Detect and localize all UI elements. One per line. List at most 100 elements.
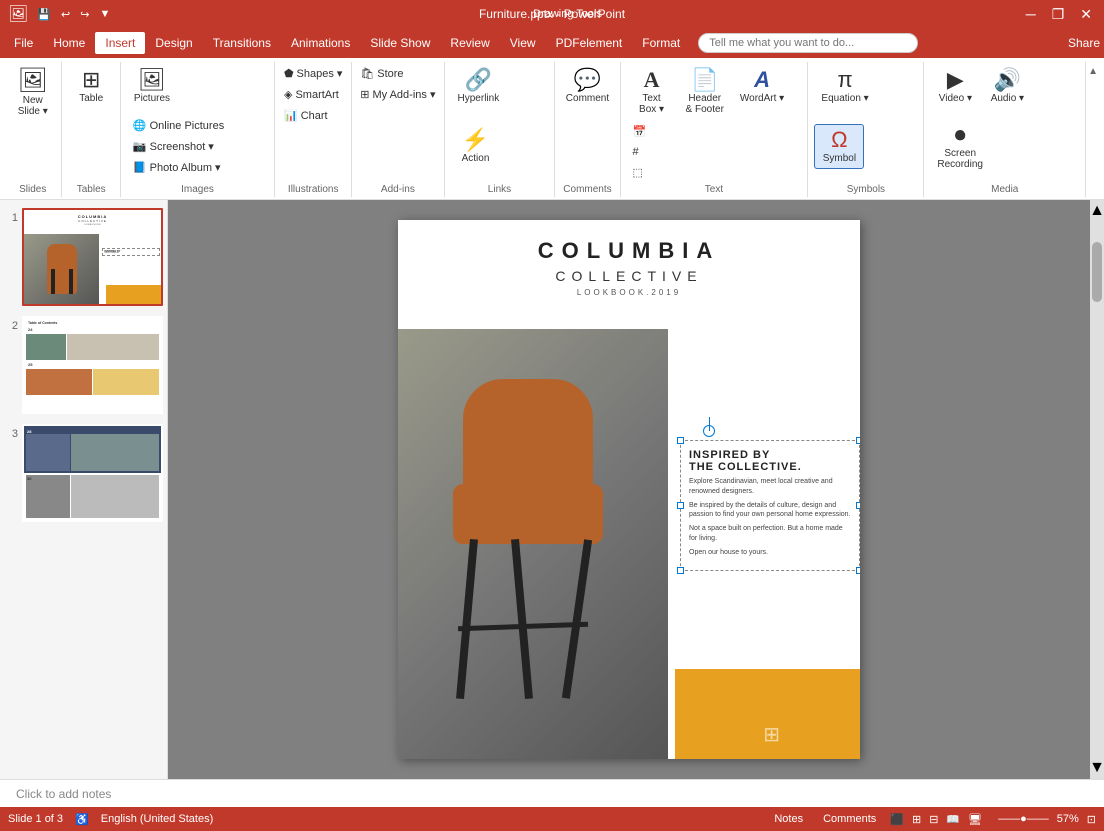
shapes-icon: ⬟ bbox=[284, 67, 294, 80]
ribbon-collapse-btn[interactable]: ▲ bbox=[1086, 62, 1100, 197]
thumb2-row2 bbox=[26, 369, 159, 395]
wordart-button[interactable]: A WordArt ▾ bbox=[733, 64, 791, 109]
selection-handle-bl bbox=[677, 567, 684, 574]
slide-icon: ⊞ bbox=[763, 722, 780, 747]
customize-btn[interactable]: ▼ bbox=[96, 7, 113, 21]
menu-format[interactable]: Format bbox=[632, 32, 690, 54]
thumb2-img2 bbox=[67, 334, 159, 360]
photo-album-label: Photo Album ▾ bbox=[150, 161, 221, 174]
slide-text-box[interactable]: INSPIRED BYTHE COLLECTIVE. Explore Scand… bbox=[680, 440, 860, 571]
menu-file[interactable]: File bbox=[4, 32, 43, 54]
slide-preview-3[interactable]: 28 30 bbox=[22, 424, 163, 522]
comment-label: Comment bbox=[566, 93, 609, 104]
object-icon: ⬚ bbox=[633, 166, 643, 179]
view-reading-btn[interactable]: 📖 bbox=[946, 813, 960, 826]
slides-group-label: Slides bbox=[19, 182, 46, 195]
screenshot-icon: 📷 bbox=[133, 140, 147, 153]
menu-pdfelement[interactable]: PDFelement bbox=[546, 32, 633, 54]
store-button[interactable]: 🛍 Store bbox=[354, 64, 441, 83]
audio-icon: 🔊 bbox=[994, 69, 1021, 91]
slide-thumb-3[interactable]: 3 28 30 bbox=[4, 424, 163, 522]
online-pictures-icon: 🌐 bbox=[133, 119, 147, 132]
slide-text-para2: Be inspired by the details of culture, d… bbox=[689, 501, 851, 521]
selection-handle-tr bbox=[856, 437, 860, 444]
menu-review[interactable]: Review bbox=[440, 32, 499, 54]
zoom-level: 57% bbox=[1057, 813, 1079, 825]
text-more2-button[interactable]: # bbox=[627, 143, 653, 161]
textbox-button[interactable]: A TextBox ▾ bbox=[627, 64, 677, 120]
zoom-slider[interactable]: ——●—— bbox=[998, 813, 1049, 825]
text-more1-button[interactable]: 📅 bbox=[627, 122, 653, 141]
menu-transitions[interactable]: Transitions bbox=[203, 32, 281, 54]
new-slide-button[interactable]: 🖼 NewSlide ▾ bbox=[8, 64, 58, 122]
minimize-button[interactable]: ─ bbox=[1022, 6, 1040, 22]
comments-status-btn[interactable]: Comments bbox=[817, 812, 882, 826]
hyperlink-button[interactable]: 🔗 Hyperlink bbox=[451, 64, 507, 109]
my-addins-button[interactable]: ⊞ My Add-ins ▾ bbox=[354, 85, 441, 104]
view-normal-btn[interactable]: ⬛ bbox=[890, 813, 904, 826]
comment-button[interactable]: 💬 Comment bbox=[559, 64, 616, 109]
thumb2-row1 bbox=[26, 334, 159, 360]
fit-slide-btn[interactable]: ⊡ bbox=[1087, 813, 1096, 826]
slide-num-3: 3 bbox=[4, 424, 18, 440]
screen-recording-button[interactable]: ⏺ ScreenRecording bbox=[930, 119, 990, 175]
accessibility-icon: ♿ bbox=[75, 813, 89, 826]
powerpoint-icon: 🖼 bbox=[8, 4, 28, 24]
thumb3-img1 bbox=[26, 434, 70, 471]
equation-button[interactable]: π Equation ▾ bbox=[814, 64, 875, 109]
slide-preview-1[interactable]: COLUMBIA COLLECTIVE LOOKBOOK.2019 INSPIR… bbox=[22, 208, 163, 306]
share-button[interactable]: Share bbox=[1068, 36, 1100, 50]
textbox-icon: A bbox=[644, 69, 660, 91]
thumb2-inner: Table of Contents 24 25 bbox=[24, 318, 161, 412]
close-button[interactable]: ✕ bbox=[1076, 6, 1096, 23]
scrollbar-thumb[interactable] bbox=[1092, 242, 1102, 302]
thumb3-num2: 30 bbox=[27, 476, 31, 481]
view-outline-btn[interactable]: ⊞ bbox=[912, 813, 921, 826]
restore-button[interactable]: ❐ bbox=[1048, 6, 1069, 23]
online-pictures-button[interactable]: 🌐 Online Pictures bbox=[127, 116, 230, 135]
notes-bar[interactable]: Click to add notes bbox=[0, 779, 1104, 807]
thumb3-img2 bbox=[71, 434, 159, 471]
view-presenter-btn[interactable]: 🖥 bbox=[968, 813, 982, 826]
menu-animations[interactable]: Animations bbox=[281, 32, 360, 54]
slide-thumb-2[interactable]: 2 Table of Contents 24 25 bbox=[4, 316, 163, 414]
vertical-scrollbar[interactable]: ▲ ▼ bbox=[1090, 200, 1104, 779]
chart-button[interactable]: 📊 Chart bbox=[278, 106, 348, 125]
save-btn[interactable]: 💾 bbox=[34, 7, 54, 22]
video-button[interactable]: ▶ Video ▾ bbox=[930, 64, 980, 109]
tell-me-input[interactable] bbox=[698, 33, 918, 53]
menu-slideshow[interactable]: Slide Show bbox=[360, 32, 440, 54]
selection-handle-tl bbox=[677, 437, 684, 444]
symbol-button[interactable]: Ω Symbol bbox=[814, 124, 864, 169]
menu-design[interactable]: Design bbox=[145, 32, 202, 54]
smartart-icon: ◈ bbox=[284, 88, 292, 101]
slide-thumb-1[interactable]: 1 COLUMBIA COLLECTIVE LOOKBOOK.2019 INSP… bbox=[4, 208, 163, 306]
shapes-button[interactable]: ⬟ Shapes ▾ bbox=[278, 64, 348, 83]
chart-label: Chart bbox=[301, 110, 328, 122]
menu-home[interactable]: Home bbox=[43, 32, 95, 54]
screenshot-button[interactable]: 📷 Screenshot ▾ bbox=[127, 137, 230, 156]
header-footer-button[interactable]: 📄 Header& Footer bbox=[679, 64, 731, 120]
pictures-button[interactable]: 🖼 Pictures bbox=[127, 64, 177, 109]
redo-btn[interactable]: ↪ bbox=[77, 7, 92, 22]
canvas-wrapper: COLUMBIA COLLECTIVE LOOKBOOK.2019 bbox=[168, 200, 1104, 779]
ribbon-group-media: ▶ Video ▾ 🔊 Audio ▾ ⏺ ScreenRecording Me… bbox=[924, 62, 1086, 197]
slide-preview-2[interactable]: Table of Contents 24 25 bbox=[22, 316, 163, 414]
new-slide-icon: 🖼 bbox=[18, 69, 48, 93]
audio-button[interactable]: 🔊 Audio ▾ bbox=[982, 64, 1032, 109]
smartart-button[interactable]: ◈ SmartArt bbox=[278, 85, 348, 104]
slide-canvas[interactable]: COLUMBIA COLLECTIVE LOOKBOOK.2019 bbox=[398, 220, 860, 759]
selection-handle-ml bbox=[677, 502, 684, 509]
ribbon-group-images: 🖼 Pictures 🌐 Online Pictures 📷 Screensho… bbox=[121, 62, 275, 197]
pictures-label: Pictures bbox=[134, 93, 170, 104]
view-slide-sorter-btn[interactable]: ⊟ bbox=[929, 813, 938, 826]
action-button[interactable]: ⚡ Action bbox=[451, 124, 501, 169]
menu-insert[interactable]: Insert bbox=[95, 32, 145, 54]
chair-leg3 bbox=[562, 539, 592, 699]
text-more3-button[interactable]: ⬚ bbox=[627, 163, 653, 182]
notes-status-btn[interactable]: Notes bbox=[768, 812, 809, 826]
menu-view[interactable]: View bbox=[500, 32, 546, 54]
table-button[interactable]: ⊞ Table bbox=[66, 64, 116, 109]
photo-album-button[interactable]: 📘 Photo Album ▾ bbox=[127, 158, 230, 177]
undo-btn[interactable]: ↩ bbox=[58, 7, 73, 22]
